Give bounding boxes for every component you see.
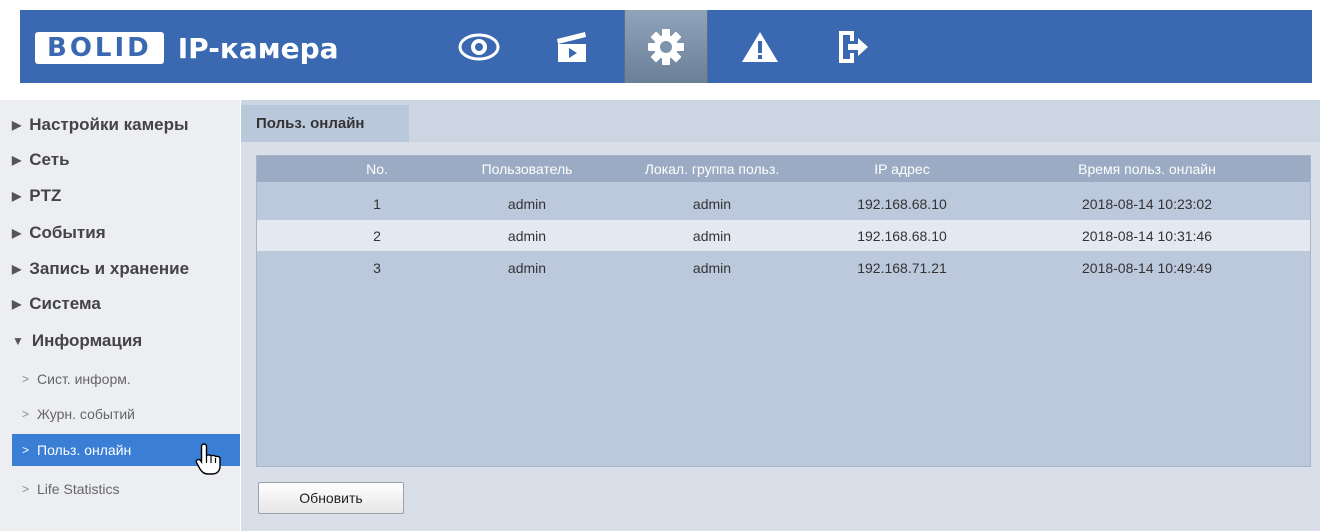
triangle-right-icon: ▶ [12, 226, 22, 240]
hand-pointer-icon [195, 443, 221, 475]
menu-information[interactable]: ▼ Информация [12, 331, 142, 351]
cell-no: 3 [373, 259, 381, 276]
submenu-system-info[interactable]: > Сист. информ. [12, 371, 131, 387]
submenu-label: Журн. событий [37, 406, 136, 422]
nav-logout[interactable] [812, 10, 894, 83]
chevron-right-icon: > [22, 482, 30, 496]
column-header-user: Пользователь [481, 161, 573, 177]
main-content: Польз. онлайн No. Пользователь Локал. гр… [241, 100, 1320, 531]
triangle-down-icon: ▼ [12, 334, 24, 348]
gear-icon [648, 28, 684, 65]
top-bar: BOLID IP-камера [20, 10, 1312, 83]
menu-label: Настройки камеры [29, 115, 189, 134]
nav-live-view[interactable] [438, 10, 520, 83]
menu-label: Система [29, 294, 101, 313]
tab-online-users[interactable]: Польз. онлайн [241, 105, 409, 142]
menu-storage[interactable]: ▶ Запись и хранение [12, 259, 189, 279]
triangle-right-icon: ▶ [12, 297, 22, 311]
cell-user: admin [507, 195, 547, 212]
triangle-right-icon: ▶ [12, 262, 22, 276]
chevron-right-icon: > [22, 443, 30, 457]
cell-group: admin [692, 259, 732, 276]
cell-ip: 192.168.68.10 [857, 227, 947, 244]
logout-icon [839, 30, 868, 63]
submenu-label: Польз. онлайн [37, 442, 132, 458]
cell-ip: 192.168.68.10 [857, 195, 947, 212]
cell-time: 2018-08-14 10:31:46 [1082, 227, 1212, 244]
column-header-group: Локал. группа польз. [644, 161, 780, 177]
submenu-label: Сист. информ. [37, 371, 131, 387]
menu-label: Сеть [29, 150, 70, 169]
chevron-right-icon: > [22, 372, 30, 386]
triangle-right-icon: ▶ [12, 118, 22, 132]
submenu-life-statistics[interactable]: > Life Statistics [12, 481, 120, 497]
table-row[interactable]: 2 admin admin 192.168.68.10 2018-08-14 1… [257, 220, 1310, 251]
nav-alarm[interactable] [719, 10, 801, 83]
nav-settings[interactable] [624, 10, 708, 83]
triangle-right-icon: ▶ [12, 153, 22, 167]
warning-icon [742, 31, 778, 62]
menu-label: Информация [31, 331, 143, 350]
app-title: IP-камера [177, 31, 339, 65]
menu-ptz[interactable]: ▶ PTZ [12, 186, 61, 206]
submenu-event-log[interactable]: > Журн. событий [12, 406, 135, 422]
menu-network[interactable]: ▶ Сеть [12, 150, 70, 170]
nav-playback[interactable] [531, 10, 613, 83]
tab-bar: Польз. онлайн [241, 100, 1320, 142]
eye-icon [458, 33, 500, 60]
online-users-table: No. Пользователь Локал. группа польз. IP… [256, 155, 1311, 467]
column-header-ip: IP адрес [874, 161, 930, 177]
cell-time: 2018-08-14 10:49:49 [1082, 259, 1212, 276]
triangle-right-icon: ▶ [12, 189, 22, 203]
table-row[interactable]: 3 admin admin 192.168.71.21 2018-08-14 1… [257, 252, 1310, 283]
cell-no: 2 [373, 227, 381, 244]
menu-system[interactable]: ▶ Система [12, 294, 101, 314]
cell-time: 2018-08-14 10:23:02 [1082, 195, 1212, 212]
column-header-time: Время польз. онлайн [1078, 161, 1216, 177]
cell-user: admin [507, 227, 547, 244]
table-row[interactable]: 1 admin admin 192.168.68.10 2018-08-14 1… [257, 188, 1310, 219]
menu-label: Запись и хранение [29, 259, 190, 278]
cell-group: admin [692, 195, 732, 212]
column-header-no: No. [366, 161, 388, 177]
chevron-right-icon: > [22, 407, 30, 421]
menu-events[interactable]: ▶ События [12, 223, 106, 243]
menu-label: PTZ [29, 186, 62, 205]
table-header: No. Пользователь Локал. группа польз. IP… [257, 156, 1310, 182]
submenu-label: Life Statistics [37, 481, 120, 497]
clapperboard-icon [557, 31, 586, 62]
brand-logo: BOLID [35, 32, 164, 64]
cell-user: admin [507, 259, 547, 276]
cell-group: admin [692, 227, 732, 244]
main-nav [438, 10, 905, 83]
refresh-button[interactable]: Обновить [258, 482, 404, 514]
menu-camera-settings[interactable]: ▶ Настройки камеры [12, 115, 189, 135]
cell-no: 1 [373, 195, 381, 212]
cell-ip: 192.168.71.21 [857, 259, 947, 276]
menu-label: События [29, 223, 106, 242]
logo: BOLID IP-камера [35, 30, 339, 66]
